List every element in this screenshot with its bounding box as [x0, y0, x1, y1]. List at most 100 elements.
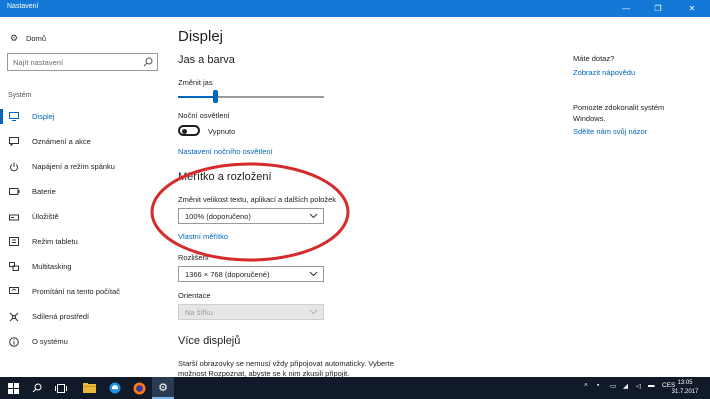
night-light-toggle[interactable] — [178, 125, 200, 136]
projecting-icon — [8, 286, 20, 298]
sidebar-item-notifications[interactable]: Oznámení a akce — [0, 129, 166, 154]
active-indicator — [0, 109, 3, 124]
gear-icon: ⚙ — [158, 381, 168, 394]
search-icon — [32, 383, 42, 393]
notification-icon — [8, 136, 20, 148]
search-input[interactable]: Najít nastavení — [7, 53, 158, 71]
nav-home-label: Domů — [26, 34, 47, 43]
tray-app-icon[interactable]: ▪ — [597, 382, 599, 389]
clock-time: 13:05 — [677, 380, 693, 386]
sidebar-item-label: O systému — [32, 337, 68, 346]
task-view-icon — [55, 383, 67, 393]
minimize-icon: — — [622, 4, 630, 13]
search-button[interactable] — [26, 377, 48, 399]
firefox-button[interactable] — [128, 377, 150, 399]
title-bar: Nastavení — ❐ ✕ — [0, 0, 710, 17]
orientation-label: Orientace — [178, 291, 211, 300]
night-light-state: Vypnuto — [208, 127, 236, 136]
start-button[interactable] — [2, 377, 24, 399]
clock-date: 31.7.2017 — [671, 389, 699, 395]
sidebar-item-about[interactable]: O systému — [0, 329, 166, 354]
maximize-icon: ❐ — [654, 4, 662, 13]
scale-label: Změnit velikost textu, aplikací a dalšíc… — [178, 195, 336, 204]
minimize-button[interactable]: — — [610, 0, 642, 17]
brightness-slider[interactable] — [178, 96, 324, 98]
power-icon — [8, 161, 20, 173]
brightness-slider-thumb[interactable] — [213, 90, 219, 103]
page-title: Displej — [178, 28, 224, 45]
firefox-icon — [133, 382, 145, 394]
nav-home[interactable]: ⚙ Domů — [8, 33, 46, 44]
settings-window: Nastavení — ❐ ✕ ⚙ Domů Najít nastavení S… — [0, 0, 710, 399]
help-panel: Máte dotaz? Zobrazit nápovědu Pomozte zd… — [566, 17, 710, 377]
display-icon — [8, 111, 20, 123]
feedback-link[interactable]: Sdělte nám svůj názor — [573, 127, 647, 136]
tablet-icon — [8, 236, 20, 248]
keyboard-icon[interactable]: ▬ — [648, 382, 655, 389]
sidebar-item-label: Oznámení a akce — [32, 137, 91, 146]
volume-icon[interactable]: ◁ — [636, 382, 641, 390]
sidebar-item-display[interactable]: Displej — [0, 104, 166, 129]
section-heading-scale: Měřítko a rozložení — [178, 171, 272, 183]
improve-text-line-1: Pomozte zdokonalit systém — [573, 103, 665, 112]
info-icon — [8, 336, 20, 348]
multiple-displays-text: Starší obrazovky se nemusí vždy připojov… — [178, 359, 394, 377]
file-explorer-button[interactable] — [78, 377, 100, 399]
orientation-dropdown-value: Na šířku — [185, 308, 213, 317]
sidebar-item-label: Multitasking — [32, 262, 72, 271]
sidebar-item-storage[interactable]: Úložiště — [0, 204, 166, 229]
edge-icon — [109, 382, 121, 394]
night-light-settings-link[interactable]: Nastavení nočního osvětlení — [178, 147, 273, 156]
taskbar: ⚙ ˄ ▪ ▭ ◢ ◁ ▬ CES 13:05 31.7.2017 — [0, 377, 710, 399]
search-placeholder: Najít nastavení — [13, 58, 64, 67]
improve-text-line-2: Windows. — [573, 114, 606, 123]
multitasking-icon — [8, 261, 20, 273]
battery-icon[interactable]: ▭ — [610, 382, 616, 390]
sidebar-item-projecting[interactable]: Promítání na tento počítač — [0, 279, 166, 304]
resolution-label: Rozlišení — [178, 253, 209, 262]
toggle-knob — [182, 128, 187, 134]
settings-app-button[interactable]: ⚙ — [152, 377, 174, 399]
shared-experiences-icon — [8, 311, 20, 323]
scale-dropdown-value: 100% (doporučeno) — [185, 212, 251, 221]
help-question: Máte dotaz? — [573, 54, 615, 63]
close-icon: ✕ — [688, 4, 696, 13]
section-heading-multiple-displays: Více displejů — [178, 335, 241, 347]
sidebar-item-label: Promítání na tento počítač — [32, 287, 120, 296]
sidebar-item-tablet-mode[interactable]: Režim tabletu — [0, 229, 166, 254]
chevron-down-icon — [309, 309, 318, 315]
night-light-label: Noční osvětlení — [178, 111, 230, 120]
resolution-dropdown[interactable]: 1366 × 768 (doporučené) — [178, 266, 324, 282]
scale-dropdown[interactable]: 100% (doporučeno) — [178, 208, 324, 224]
section-heading-color: Jas a barva — [178, 54, 235, 66]
orientation-dropdown[interactable]: Na šířku — [178, 304, 324, 320]
window-title: Nastavení — [7, 3, 39, 10]
chevron-down-icon — [309, 213, 318, 219]
edge-browser-button[interactable] — [104, 377, 126, 399]
folder-icon — [82, 383, 96, 393]
windows-logo-icon — [7, 382, 19, 394]
brightness-slider-fill — [178, 96, 216, 98]
chevron-up-icon[interactable]: ˄ — [584, 382, 588, 389]
task-view-button[interactable] — [50, 377, 72, 399]
sidebar-item-label: Napájení a režim spánku — [32, 162, 115, 171]
search-icon — [143, 57, 153, 67]
clock[interactable]: 13:05 31.7.2017 — [670, 379, 700, 397]
sidebar-item-label: Režim tabletu — [32, 237, 78, 246]
battery-icon — [8, 186, 20, 198]
maximize-button[interactable]: ❐ — [642, 0, 674, 17]
network-icon[interactable]: ◢ — [623, 382, 628, 390]
storage-icon — [8, 211, 20, 223]
resolution-dropdown-value: 1366 × 768 (doporučené) — [185, 270, 270, 279]
close-button[interactable]: ✕ — [676, 0, 708, 17]
sidebar-item-shared-experiences[interactable]: Sdílená prostředí — [0, 304, 166, 329]
sidebar-item-multitasking[interactable]: Multitasking — [0, 254, 166, 279]
sidebar-item-label: Baterie — [32, 187, 56, 196]
get-help-link[interactable]: Zobrazit nápovědu — [573, 68, 635, 77]
sidebar-item-battery[interactable]: Baterie — [0, 179, 166, 204]
sidebar-item-power[interactable]: Napájení a režim spánku — [0, 154, 166, 179]
sidebar-item-label: Sdílená prostředí — [32, 312, 90, 321]
custom-scale-link[interactable]: Vlastní měřítko — [178, 232, 228, 241]
gear-icon: ⚙ — [9, 33, 19, 43]
brightness-label: Změnit jas — [178, 78, 213, 87]
